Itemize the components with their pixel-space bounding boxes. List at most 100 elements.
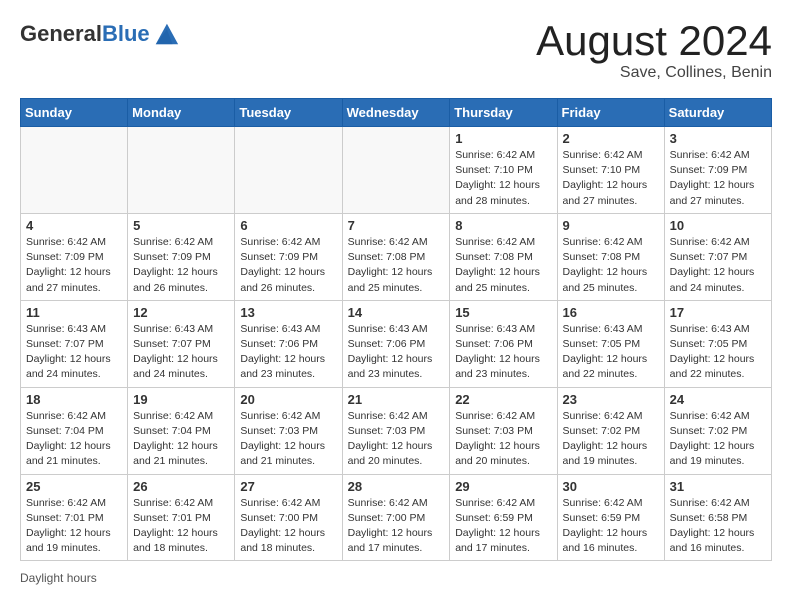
day-cell: 8 Sunrise: 6:42 AM Sunset: 7:08 PM Daylig… [450, 213, 557, 300]
day-number: 10 [670, 218, 766, 233]
day-info: Sunrise: 6:42 AM Sunset: 6:59 PM Dayligh… [455, 496, 551, 557]
weekday-header-tuesday: Tuesday [235, 99, 342, 127]
logo-icon [152, 20, 180, 48]
day-number: 28 [348, 479, 445, 494]
day-cell: 4 Sunrise: 6:42 AM Sunset: 7:09 PM Daylig… [21, 213, 128, 300]
day-number: 9 [563, 218, 659, 233]
day-number: 11 [26, 305, 122, 320]
day-cell: 28Sunrise: 6:42 AM Sunset: 7:00 PM Dayli… [342, 474, 450, 561]
day-info: Sunrise: 6:42 AM Sunset: 7:00 PM Dayligh… [240, 496, 336, 557]
day-number: 6 [240, 218, 336, 233]
day-number: 27 [240, 479, 336, 494]
day-info: Sunrise: 6:42 AM Sunset: 7:03 PM Dayligh… [348, 409, 445, 470]
day-number: 2 [563, 131, 659, 146]
day-info: Sunrise: 6:43 AM Sunset: 7:05 PM Dayligh… [563, 322, 659, 383]
day-info: Sunrise: 6:42 AM Sunset: 7:09 PM Dayligh… [240, 235, 336, 296]
day-number: 22 [455, 392, 551, 407]
day-cell: 17 Sunrise: 6:43 AM Sunset: 7:05 PM Dayli… [664, 300, 771, 387]
day-info: Sunrise: 6:42 AM Sunset: 7:08 PM Dayligh… [348, 235, 445, 296]
page-header: GeneralBlue August 2024 Save, Collines, … [20, 20, 772, 82]
day-cell: 27 Sunrise: 6:42 AM Sunset: 7:00 PM Dayli… [235, 474, 342, 561]
day-number: 14 [348, 305, 445, 320]
title-block: August 2024 Save, Collines, Benin [536, 20, 772, 82]
day-cell: 5 Sunrise: 6:42 AM Sunset: 7:09 PM Daylig… [128, 213, 235, 300]
day-info: Sunrise: 6:42 AM Sunset: 7:10 PM Dayligh… [455, 148, 551, 209]
day-cell: 2 Sunrise: 6:42 AM Sunset: 7:10 PM Daylig… [557, 127, 664, 214]
day-number: 20 [240, 392, 336, 407]
day-cell: 14 Sunrise: 6:43 AM Sunset: 7:06 PM Dayli… [342, 300, 450, 387]
day-info: Sunrise: 6:42 AM Sunset: 7:10 PM Dayligh… [563, 148, 659, 209]
day-number: 18 [26, 392, 122, 407]
day-number: 17 [670, 305, 766, 320]
day-number: 4 [26, 218, 122, 233]
day-cell: 23Sunrise: 6:42 AM Sunset: 7:02 PM Dayli… [557, 387, 664, 474]
day-number: 31 [670, 479, 766, 494]
logo: GeneralBlue [20, 20, 180, 48]
week-row-4: 18 Sunrise: 6:42 AM Sunset: 7:04 PM Dayli… [21, 387, 772, 474]
day-info: Sunrise: 6:43 AM Sunset: 7:05 PM Dayligh… [670, 322, 766, 383]
day-info: Sunrise: 6:42 AM Sunset: 7:04 PM Dayligh… [133, 409, 229, 470]
day-cell: 7 Sunrise: 6:42 AM Sunset: 7:08 PM Daylig… [342, 213, 450, 300]
day-number: 1 [455, 131, 551, 146]
location-title: Save, Collines, Benin [536, 64, 772, 82]
weekday-header-wednesday: Wednesday [342, 99, 450, 127]
week-row-2: 4 Sunrise: 6:42 AM Sunset: 7:09 PM Daylig… [21, 213, 772, 300]
day-info: Sunrise: 6:42 AM Sunset: 7:03 PM Dayligh… [240, 409, 336, 470]
calendar-table: SundayMondayTuesdayWednesdayThursdayFrid… [20, 98, 772, 561]
day-info: Sunrise: 6:43 AM Sunset: 7:06 PM Dayligh… [348, 322, 445, 383]
day-number: 23 [563, 392, 659, 407]
day-number: 8 [455, 218, 551, 233]
day-cell: 21 Sunrise: 6:42 AM Sunset: 7:03 PM Dayli… [342, 387, 450, 474]
month-title: August 2024 [536, 20, 772, 62]
day-number: 26 [133, 479, 229, 494]
logo-general-text: General [20, 21, 102, 46]
day-number: 5 [133, 218, 229, 233]
day-number: 21 [348, 392, 445, 407]
day-cell: 15 Sunrise: 6:43 AM Sunset: 7:06 PM Dayli… [450, 300, 557, 387]
day-cell: 9 Sunrise: 6:42 AM Sunset: 7:08 PM Daylig… [557, 213, 664, 300]
day-number: 24 [670, 392, 766, 407]
week-row-1: 1 Sunrise: 6:42 AM Sunset: 7:10 PM Daylig… [21, 127, 772, 214]
day-number: 15 [455, 305, 551, 320]
day-cell: 24Sunrise: 6:42 AM Sunset: 7:02 PM Dayli… [664, 387, 771, 474]
day-cell: 10Sunrise: 6:42 AM Sunset: 7:07 PM Dayli… [664, 213, 771, 300]
day-cell [128, 127, 235, 214]
footer: Daylight hours [20, 571, 772, 585]
day-cell: 3 Sunrise: 6:42 AM Sunset: 7:09 PM Daylig… [664, 127, 771, 214]
day-number: 3 [670, 131, 766, 146]
day-cell [235, 127, 342, 214]
week-row-3: 11 Sunrise: 6:43 AM Sunset: 7:07 PM Dayli… [21, 300, 772, 387]
day-info: Sunrise: 6:43 AM Sunset: 7:06 PM Dayligh… [240, 322, 336, 383]
day-info: Sunrise: 6:42 AM Sunset: 7:09 PM Dayligh… [26, 235, 122, 296]
daylight-label: Daylight hours [20, 571, 97, 585]
day-cell: 30Sunrise: 6:42 AM Sunset: 6:59 PM Dayli… [557, 474, 664, 561]
day-number: 25 [26, 479, 122, 494]
day-cell: 26Sunrise: 6:42 AM Sunset: 7:01 PM Dayli… [128, 474, 235, 561]
weekday-header-thursday: Thursday [450, 99, 557, 127]
day-info: Sunrise: 6:43 AM Sunset: 7:07 PM Dayligh… [133, 322, 229, 383]
day-cell: 19Sunrise: 6:42 AM Sunset: 7:04 PM Dayli… [128, 387, 235, 474]
day-info: Sunrise: 6:42 AM Sunset: 7:01 PM Dayligh… [26, 496, 122, 557]
day-number: 29 [455, 479, 551, 494]
day-info: Sunrise: 6:42 AM Sunset: 7:08 PM Dayligh… [455, 235, 551, 296]
weekday-header-sunday: Sunday [21, 99, 128, 127]
day-number: 13 [240, 305, 336, 320]
day-info: Sunrise: 6:42 AM Sunset: 7:09 PM Dayligh… [670, 148, 766, 209]
day-cell: 11Sunrise: 6:43 AM Sunset: 7:07 PM Dayli… [21, 300, 128, 387]
day-cell: 22Sunrise: 6:42 AM Sunset: 7:03 PM Dayli… [450, 387, 557, 474]
day-info: Sunrise: 6:42 AM Sunset: 7:09 PM Dayligh… [133, 235, 229, 296]
day-cell: 6 Sunrise: 6:42 AM Sunset: 7:09 PM Daylig… [235, 213, 342, 300]
day-cell: 18Sunrise: 6:42 AM Sunset: 7:04 PM Dayli… [21, 387, 128, 474]
day-info: Sunrise: 6:43 AM Sunset: 7:06 PM Dayligh… [455, 322, 551, 383]
day-cell [21, 127, 128, 214]
day-cell: 1 Sunrise: 6:42 AM Sunset: 7:10 PM Daylig… [450, 127, 557, 214]
day-number: 7 [348, 218, 445, 233]
day-info: Sunrise: 6:42 AM Sunset: 7:08 PM Dayligh… [563, 235, 659, 296]
day-cell: 31 Sunrise: 6:42 AM Sunset: 6:58 PM Dayli… [664, 474, 771, 561]
day-cell: 13 Sunrise: 6:43 AM Sunset: 7:06 PM Dayli… [235, 300, 342, 387]
weekday-header-saturday: Saturday [664, 99, 771, 127]
weekday-header-monday: Monday [128, 99, 235, 127]
day-info: Sunrise: 6:42 AM Sunset: 6:58 PM Dayligh… [670, 496, 766, 557]
day-number: 12 [133, 305, 229, 320]
day-cell: 25 Sunrise: 6:42 AM Sunset: 7:01 PM Dayli… [21, 474, 128, 561]
